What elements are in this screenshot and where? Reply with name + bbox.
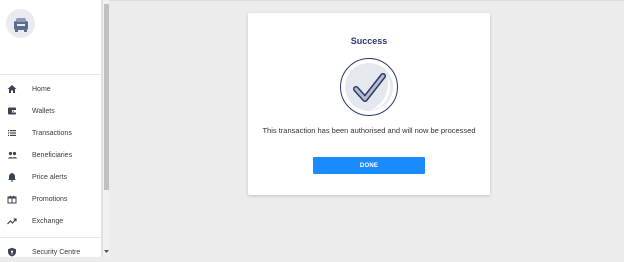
sidebar-item-security-centre[interactable]: Security Centre xyxy=(0,242,102,262)
trending-up-icon xyxy=(6,215,18,227)
sidebar-item-label: Price alerts xyxy=(32,173,68,181)
scrollbar-thumb[interactable] xyxy=(104,4,109,190)
sidebar-item-wallets[interactable]: Wallets xyxy=(0,101,102,121)
header-divider xyxy=(109,0,624,1)
home-icon xyxy=(6,83,18,95)
sidebar: Home Wallets Transactions Beneficiaries … xyxy=(0,0,102,257)
sidebar-item-home[interactable]: Home xyxy=(0,79,102,99)
sidebar-item-label: Security Centre xyxy=(32,248,81,256)
shield-icon xyxy=(6,246,18,258)
sidebar-item-label: Home xyxy=(32,85,51,93)
sidebar-item-label: Promotions xyxy=(32,195,68,203)
scroll-down-arrow-icon[interactable] xyxy=(104,249,109,254)
done-button[interactable]: DONE xyxy=(313,157,425,174)
wallet-icon xyxy=(6,105,18,117)
checkmark-circle-icon xyxy=(339,57,399,117)
sidebar-item-beneficiaries[interactable]: Beneficiaries xyxy=(0,145,102,165)
sidebar-item-label: Exchange xyxy=(32,217,64,225)
sidebar-item-exchange[interactable]: Exchange xyxy=(0,211,102,231)
sidebar-item-label: Wallets xyxy=(32,107,55,115)
list-icon xyxy=(6,127,18,139)
gift-icon xyxy=(6,193,18,205)
success-dialog: Success This transaction has been author… xyxy=(248,13,490,195)
sidebar-item-label: Transactions xyxy=(32,129,72,137)
sidebar-item-label: Beneficiaries xyxy=(32,151,73,159)
bank-safe-icon[interactable] xyxy=(6,9,35,38)
bell-icon xyxy=(6,171,18,183)
sidebar-divider xyxy=(0,237,102,238)
sidebar-divider xyxy=(0,74,102,75)
dialog-title: Success xyxy=(350,36,388,46)
sidebar-item-transactions[interactable]: Transactions xyxy=(0,123,102,143)
sidebar-item-price-alerts[interactable]: Price alerts xyxy=(0,167,102,187)
dialog-message: This transaction has been authorised and… xyxy=(262,126,476,135)
sidebar-scrollbar[interactable] xyxy=(102,0,109,257)
sidebar-item-promotions[interactable]: Promotions xyxy=(0,189,102,209)
people-icon xyxy=(6,149,18,161)
